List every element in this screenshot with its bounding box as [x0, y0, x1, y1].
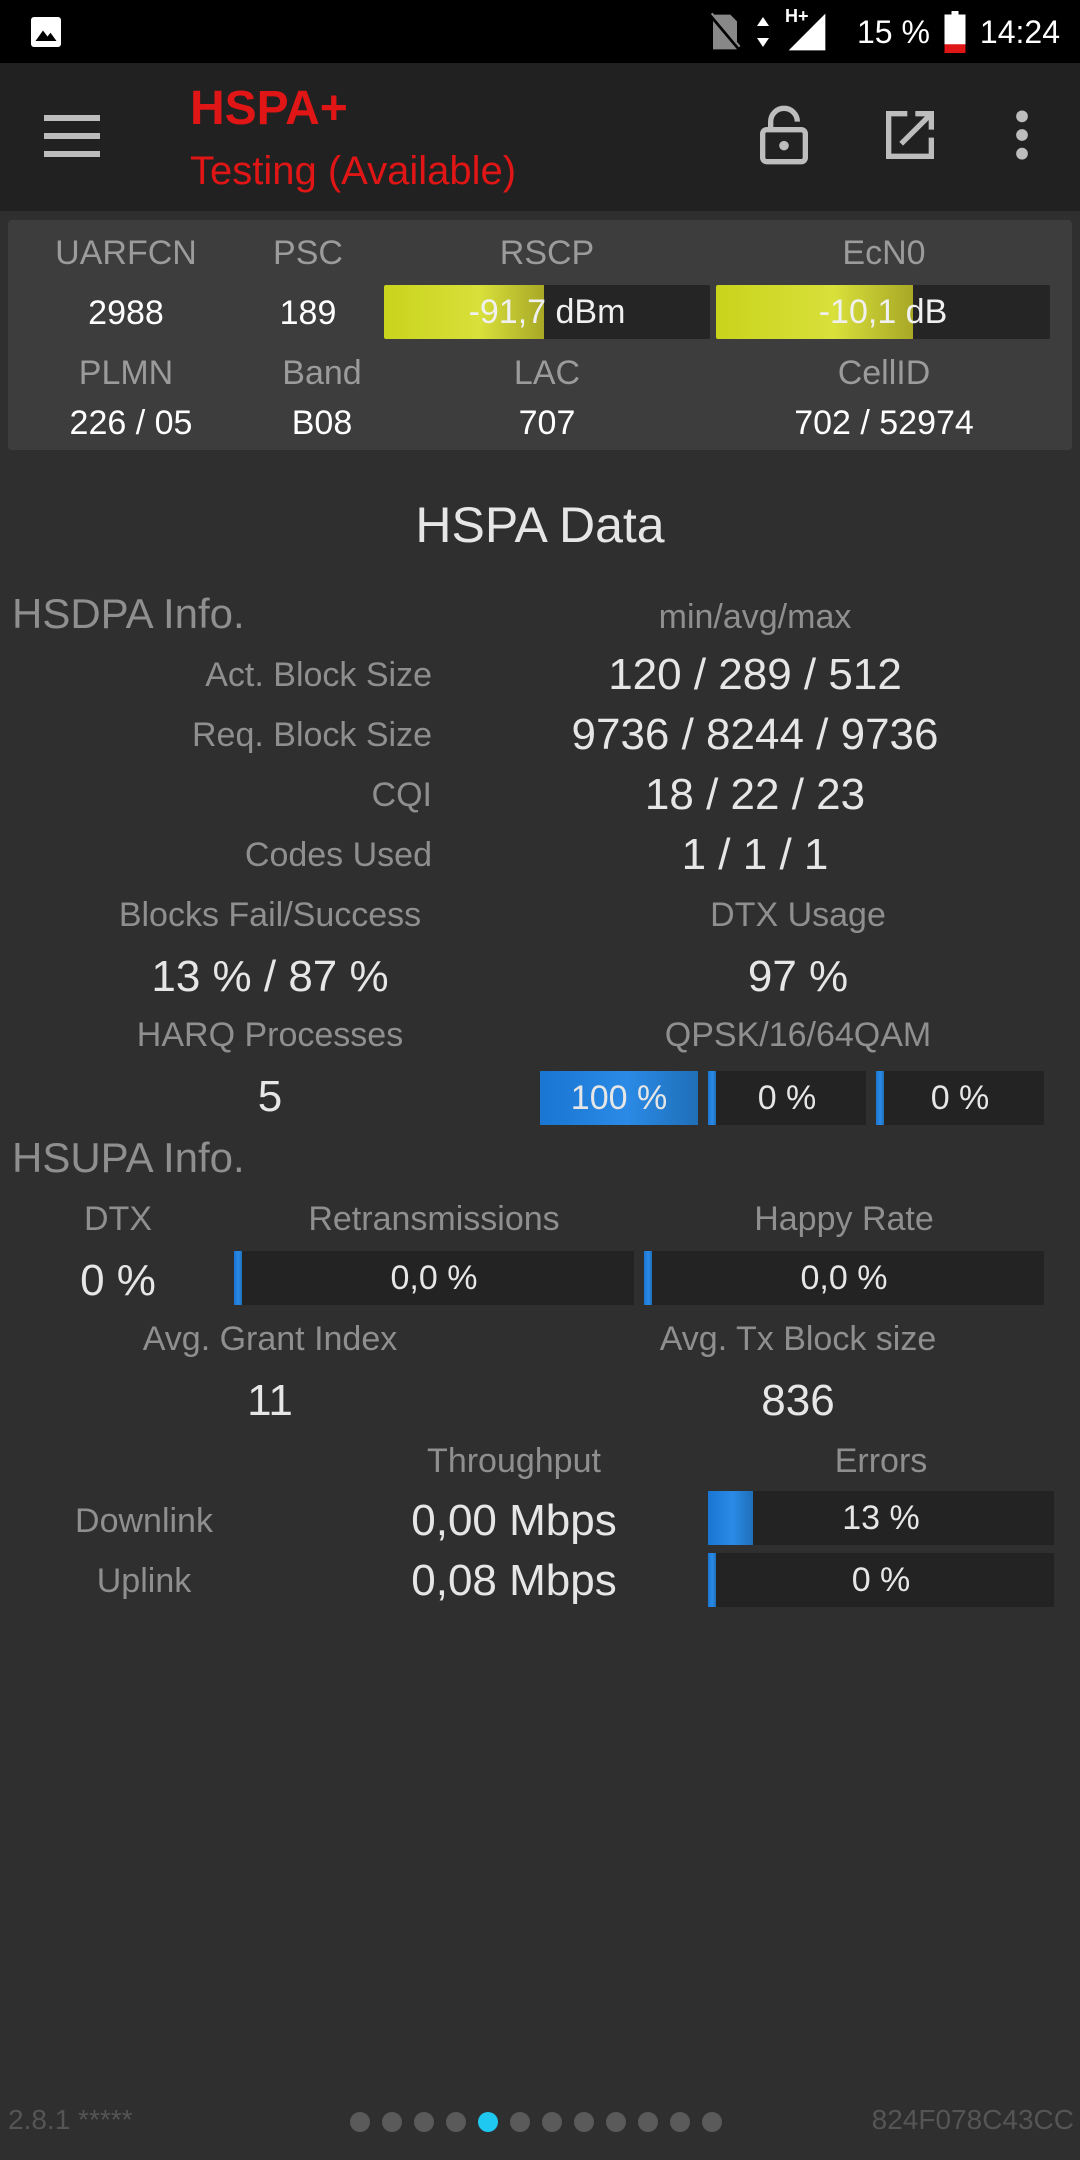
signal-icon: H+	[785, 6, 829, 54]
happy-rate-value: 0,0 %	[800, 1258, 888, 1297]
psc-value: 189	[279, 294, 337, 332]
req-block-value: 9736 / 8244 / 9736	[571, 710, 939, 759]
harq-value: 5	[257, 1072, 283, 1121]
ecn0-value: -10,1 dB	[818, 292, 948, 331]
dtx-label: DTX	[84, 1200, 152, 1238]
status-bar: H+ 15 % 14:24	[0, 0, 1080, 63]
cellid-value: 702 / 52974	[794, 404, 974, 442]
retrans-label: Retransmissions	[308, 1200, 560, 1238]
page-dot[interactable]	[638, 2112, 658, 2132]
rscp-value: -91,7 dBm	[468, 292, 626, 331]
throughput-label: Throughput	[427, 1442, 601, 1480]
downlink-throughput: 0,00 Mbps	[411, 1496, 617, 1545]
qam-label: QPSK/16/64QAM	[664, 1016, 932, 1054]
minavgmax-label: min/avg/max	[658, 598, 852, 636]
open-external-icon[interactable]	[878, 103, 942, 167]
happy-rate-bar: 0,0 %	[644, 1251, 1044, 1305]
rscp-label: RSCP	[499, 234, 595, 272]
cellid-label: CellID	[837, 354, 931, 392]
app-version: 2.8.1 *****	[8, 2104, 133, 2135]
retrans-bar: 0,0 %	[234, 1251, 634, 1305]
rscp-meter: -91,7 dBm	[384, 285, 710, 339]
page-dot[interactable]	[510, 2112, 530, 2132]
dtx-usage-value: 97 %	[747, 952, 849, 1001]
codes-value: 1 / 1 / 1	[681, 830, 829, 879]
page-dot[interactable]	[574, 2112, 594, 2132]
qam16-bar: 0 %	[708, 1071, 866, 1125]
uplink-errors-value: 0 %	[851, 1560, 911, 1599]
tx-block-label: Avg. Tx Block size	[659, 1320, 937, 1358]
psc-label: PSC	[273, 234, 343, 272]
hsupa-header: HSUPA Info.	[12, 1134, 245, 1181]
page-dot[interactable]	[382, 2112, 402, 2132]
cqi-value: 18 / 22 / 23	[644, 770, 866, 819]
ecn0-label: EcN0	[842, 234, 926, 272]
page-title: HSPA Data	[415, 497, 665, 553]
clock: 14:24	[979, 13, 1060, 50]
uplink-label: Uplink	[96, 1562, 192, 1600]
lock-icon[interactable]	[752, 103, 816, 167]
req-block-label: Req. Block Size	[192, 716, 432, 754]
hsdpa-header: HSDPA Info.	[12, 590, 245, 637]
page-dot[interactable]	[670, 2112, 690, 2132]
data-arrows-icon	[756, 17, 769, 47]
act-block-value: 120 / 289 / 512	[608, 650, 902, 699]
dtx-usage-label: DTX Usage	[710, 896, 886, 934]
qpsk-bar: 100 %	[540, 1071, 698, 1125]
uplink-throughput: 0,08 Mbps	[411, 1556, 617, 1605]
act-block-label: Act. Block Size	[205, 656, 432, 694]
tx-block-value: 836	[761, 1376, 835, 1425]
page-dot[interactable]	[542, 2112, 562, 2132]
qam16-value: 0 %	[757, 1078, 817, 1117]
battery-percent: 15 %	[856, 13, 930, 50]
page-dot[interactable]	[702, 2112, 722, 2132]
battery-icon	[944, 11, 966, 53]
blocks-label: Blocks Fail/Success	[118, 896, 422, 934]
qpsk-value: 100 %	[570, 1078, 668, 1117]
lac-label: LAC	[513, 354, 581, 392]
blocks-value: 13 % / 87 %	[151, 952, 389, 1001]
qam64-value: 0 %	[930, 1078, 990, 1117]
harq-label: HARQ Processes	[136, 1016, 404, 1054]
page-dot[interactable]	[446, 2112, 466, 2132]
menu-icon[interactable]	[44, 111, 100, 163]
image-notification-icon	[31, 17, 61, 47]
network-type: H+	[784, 6, 809, 26]
lac-value: 707	[518, 404, 576, 442]
network-status: Testing (Available)	[190, 149, 517, 193]
device-id: 824F078C43CC	[871, 2104, 1074, 2135]
plmn-value: 226 / 05	[69, 404, 193, 442]
qam64-bar: 0 %	[876, 1071, 1044, 1125]
uarfcn-label: UARFCN	[55, 234, 197, 272]
downlink-label: Downlink	[75, 1502, 213, 1540]
cqi-label: CQI	[371, 776, 432, 814]
page-dot[interactable]	[414, 2112, 434, 2132]
happy-rate-label: Happy Rate	[754, 1200, 934, 1238]
errors-label: Errors	[834, 1442, 928, 1480]
more-options-icon[interactable]	[990, 103, 1054, 167]
dtx-value: 0 %	[80, 1256, 156, 1305]
uplink-errors-bar: 0 %	[708, 1553, 1054, 1607]
downlink-errors-bar: 13 %	[708, 1491, 1054, 1545]
plmn-label: PLMN	[78, 354, 174, 392]
page-dot[interactable]	[606, 2112, 626, 2132]
codes-label: Codes Used	[244, 836, 432, 874]
grant-index-value: 11	[247, 1376, 293, 1425]
retrans-value: 0,0 %	[390, 1258, 478, 1297]
page-indicator[interactable]	[350, 2112, 722, 2132]
uarfcn-value: 2988	[88, 294, 164, 332]
page-dot[interactable]	[478, 2112, 498, 2132]
grant-index-label: Avg. Grant Index	[142, 1320, 398, 1358]
ecn0-meter: -10,1 dB	[716, 285, 1050, 339]
page-dot[interactable]	[350, 2112, 370, 2132]
network-title: HSPA+	[190, 82, 348, 135]
cell-info-panel: UARFCN PSC RSCP EcN0 2988 189 -91,7 dBm …	[8, 220, 1072, 450]
no-sim-icon	[708, 12, 741, 51]
downlink-errors-value: 13 %	[842, 1498, 920, 1537]
app-bar: HSPA+ Testing (Available)	[0, 63, 1080, 211]
